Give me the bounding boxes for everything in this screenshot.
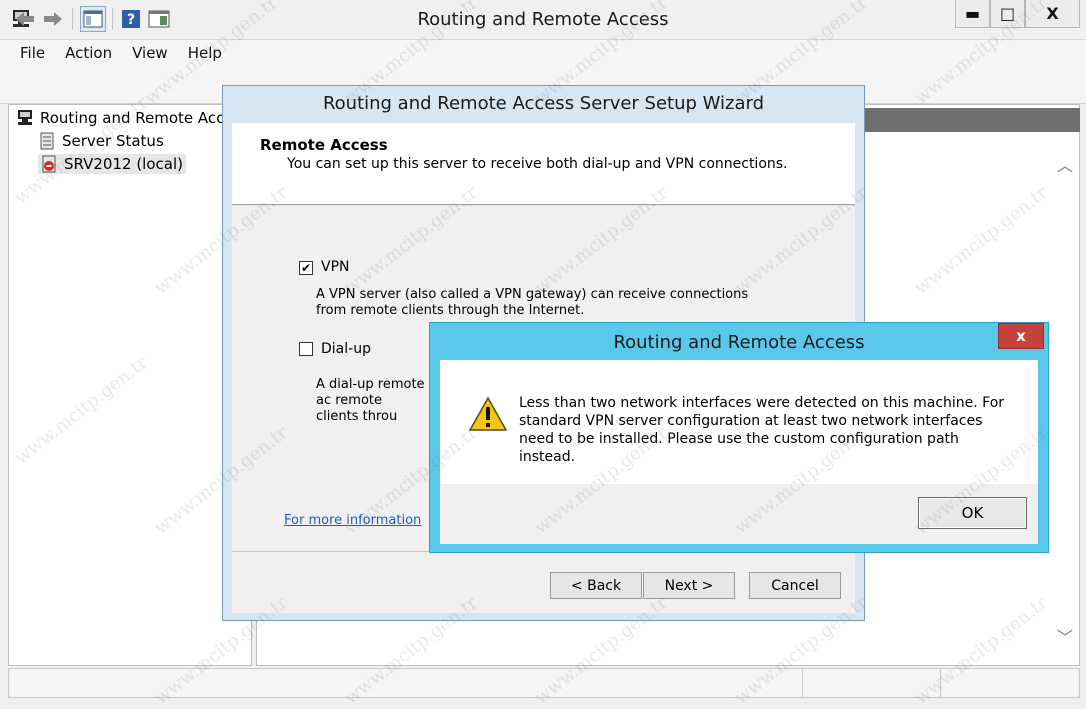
server-stopped-icon bbox=[42, 155, 56, 173]
help-icon[interactable]: ? bbox=[118, 6, 144, 32]
tree-root-label: Routing and Remote Access bbox=[40, 109, 240, 127]
ok-button[interactable]: OK bbox=[918, 497, 1027, 529]
menu-bar: File Action View Help bbox=[0, 40, 1086, 66]
warning-icon bbox=[468, 396, 508, 431]
menu-help[interactable]: Help bbox=[188, 44, 222, 62]
wizard-header-title: Remote Access bbox=[260, 136, 388, 154]
scroll-down-icon[interactable]: ﹀ bbox=[1056, 624, 1074, 647]
close-button[interactable]: X bbox=[1025, 0, 1080, 28]
maximize-button[interactable]: □ bbox=[990, 0, 1025, 28]
dialup-checkbox[interactable] bbox=[299, 342, 313, 356]
arrow-right-icon[interactable] bbox=[40, 6, 66, 32]
console-tree-icon[interactable] bbox=[80, 6, 106, 32]
tree-item-srv2012[interactable]: SRV2012 (local) bbox=[38, 154, 186, 174]
vpn-description: A VPN server (also called a VPN gateway)… bbox=[316, 287, 749, 318]
more-info-link[interactable]: For more information bbox=[284, 513, 421, 528]
scroll-up-icon[interactable]: ︿ bbox=[1056, 152, 1074, 175]
dialup-option-label: Dial-up bbox=[321, 341, 371, 357]
toolbar-separator bbox=[72, 8, 73, 30]
tree-root[interactable]: Routing and Remote Access bbox=[16, 109, 240, 127]
svg-text:?: ? bbox=[127, 12, 135, 28]
tree-item-server-status[interactable]: Server Status bbox=[38, 132, 164, 150]
minimize-button[interactable]: ▬ bbox=[955, 0, 990, 28]
status-bar bbox=[8, 668, 1080, 698]
wizard-title: Routing and Remote Access Server Setup W… bbox=[322, 93, 765, 114]
next-button[interactable]: Next > bbox=[643, 572, 735, 599]
tree-item-label: Server Status bbox=[62, 132, 164, 150]
status-divider bbox=[802, 668, 803, 698]
action-pane-icon[interactable] bbox=[146, 6, 172, 32]
dialup-description: A dial-up remote ac remote clients throu bbox=[316, 377, 425, 424]
tree-item-label: SRV2012 (local) bbox=[64, 155, 183, 173]
alert-close-button[interactable]: x bbox=[998, 323, 1044, 349]
console-tree-pane bbox=[8, 104, 252, 666]
wizard-header-subtitle: You can set up this server to receive bo… bbox=[287, 156, 788, 172]
cancel-button[interactable]: Cancel bbox=[749, 572, 841, 599]
alert-message: Less than two network interfaces were de… bbox=[519, 395, 1005, 465]
menu-action[interactable]: Action bbox=[65, 44, 112, 62]
status-divider bbox=[940, 668, 941, 698]
vpn-option-label: VPN bbox=[321, 259, 350, 275]
server-status-icon bbox=[40, 132, 54, 150]
menu-file[interactable]: File bbox=[20, 44, 45, 62]
alert-title: Routing and Remote Access bbox=[613, 332, 865, 353]
menu-view[interactable]: View bbox=[132, 44, 168, 62]
rras-root-icon bbox=[18, 110, 32, 125]
arrow-left-icon[interactable] bbox=[12, 6, 38, 32]
toolbar-separator bbox=[112, 8, 113, 30]
back-button[interactable]: < Back bbox=[550, 572, 642, 599]
details-header-bar bbox=[864, 108, 1080, 132]
vpn-checkbox[interactable]: ✔ bbox=[299, 261, 313, 275]
